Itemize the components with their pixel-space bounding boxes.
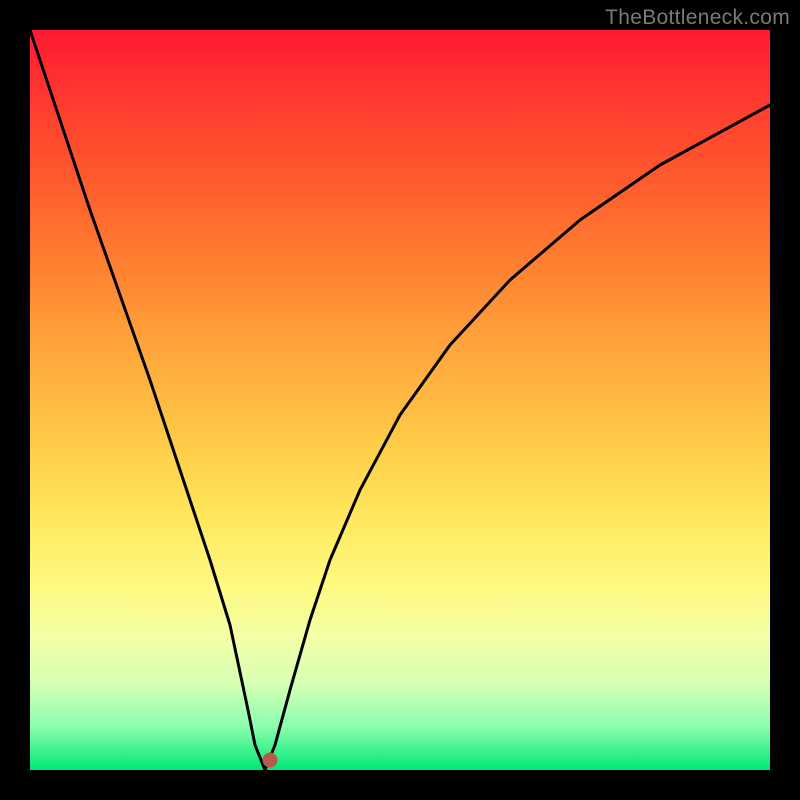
plot-area [30, 30, 770, 770]
current-point-marker [263, 753, 278, 768]
bottleneck-curve [30, 30, 770, 770]
watermark-text: TheBottleneck.com [605, 6, 790, 30]
curve-path [30, 30, 770, 770]
outer-frame: TheBottleneck.com [0, 0, 800, 800]
